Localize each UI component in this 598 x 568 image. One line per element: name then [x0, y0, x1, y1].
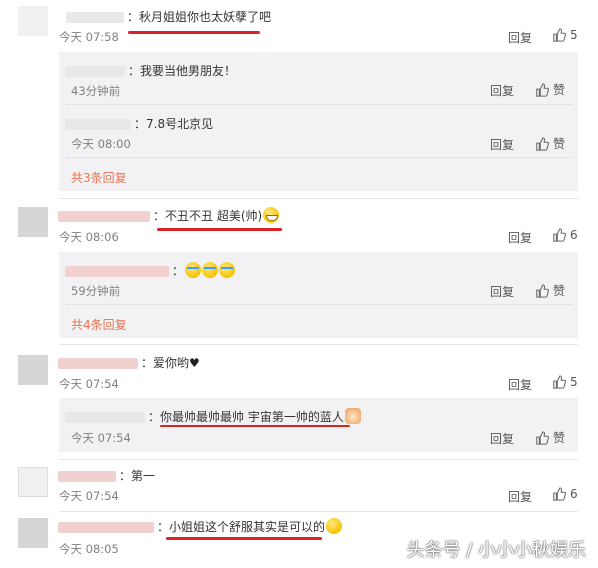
- like-count: 6: [570, 487, 578, 501]
- avatar[interactable]: [18, 467, 48, 497]
- divider: [59, 459, 578, 460]
- comment-text: 爱你哟: [153, 356, 190, 370]
- cry-laugh-emoji-icon: [185, 262, 202, 278]
- comment-3: ：爱你哟♥: [58, 354, 200, 371]
- avatar[interactable]: [18, 518, 48, 548]
- like-button[interactable]: 赞: [535, 282, 565, 299]
- like-button[interactable]: 赞: [535, 135, 565, 152]
- comment-time: 今天 08:06: [59, 230, 119, 244]
- reply-item: ：我要当他男朋友！: [65, 62, 236, 79]
- comment-time: 今天 07:54: [59, 377, 119, 391]
- cry-laugh-emoji-icon: [202, 262, 219, 278]
- heart-icon: ♥: [189, 356, 200, 370]
- reply-button[interactable]: 回复: [508, 229, 532, 246]
- reply-item: ：: [65, 262, 236, 279]
- thumbs-up-icon: [553, 28, 566, 42]
- reply-time: 今天 08:00: [71, 137, 131, 151]
- thumbs-up-icon: [553, 375, 566, 389]
- divider: [59, 344, 578, 345]
- comment-text: 小姐姐这个舒服其实是可以的: [169, 520, 326, 534]
- cry-laugh-emoji-icon: [219, 262, 236, 278]
- username-blurred[interactable]: [58, 522, 154, 533]
- comment-4: ：第一: [58, 467, 155, 484]
- thumbs-up-icon: [536, 137, 549, 151]
- reply-item: ：你最帅最帅最帅 宇宙第一帅的蓝人: [65, 408, 361, 425]
- red-underline: [166, 537, 322, 540]
- view-more-replies-link[interactable]: 共3条回复: [71, 169, 127, 186]
- like-label: 赞: [553, 83, 566, 97]
- like-label: 赞: [553, 284, 566, 298]
- like-button[interactable]: 赞: [535, 429, 565, 446]
- divider: [59, 198, 578, 199]
- like-button[interactable]: 5: [552, 28, 578, 42]
- comment-time: 今天 07:54: [59, 489, 119, 503]
- avatar[interactable]: [18, 207, 48, 237]
- reply-text: 你最帅最帅最帅 宇宙第一帅的蓝人: [160, 410, 344, 424]
- reply-button[interactable]: 回复: [490, 136, 514, 153]
- divider: [65, 104, 572, 105]
- like-count: 5: [570, 28, 578, 42]
- reply-button[interactable]: 回复: [508, 488, 532, 505]
- reply-time: 59分钟前: [71, 284, 121, 298]
- divider: [65, 304, 572, 305]
- like-label: 赞: [553, 431, 566, 445]
- username-blurred[interactable]: [65, 266, 169, 277]
- red-underline: [128, 31, 260, 34]
- view-more-replies-link[interactable]: 共4条回复: [71, 316, 127, 333]
- reply-time: 43分钟前: [71, 84, 121, 98]
- like-button[interactable]: 5: [552, 375, 578, 389]
- grin-emoji-icon: [263, 207, 280, 223]
- watermark: 头条号 / 小小小秋娱乐: [406, 540, 586, 561]
- reply-button[interactable]: 回复: [508, 376, 532, 393]
- username-blurred[interactable]: [65, 66, 125, 77]
- comment-time: 今天 08:05: [59, 542, 119, 556]
- avatar[interactable]: [18, 355, 48, 385]
- comment-time: 今天 07:58: [59, 30, 119, 44]
- username-blurred[interactable]: [65, 119, 131, 130]
- like-button[interactable]: 赞: [535, 81, 565, 98]
- like-label: 赞: [553, 137, 566, 151]
- username-blurred[interactable]: [58, 211, 150, 222]
- reply-button[interactable]: 回复: [490, 82, 514, 99]
- thumbs-up-icon: [553, 487, 566, 501]
- comment-5: ：小姐姐这个舒服其实是可以的: [58, 518, 343, 535]
- thumbs-up-icon: [536, 83, 549, 97]
- comment-text: 第一: [131, 469, 156, 483]
- divider: [65, 157, 572, 158]
- cat-emoji-icon: [344, 408, 361, 424]
- thumbs-up-icon: [536, 284, 549, 298]
- comment-text: 秋月姐姐你也太妖孽了吧: [139, 10, 272, 24]
- divider: [59, 511, 578, 512]
- like-button[interactable]: 6: [552, 487, 578, 501]
- reply-button[interactable]: 回复: [490, 430, 514, 447]
- username-blurred[interactable]: [58, 358, 138, 369]
- username-blurred[interactable]: [65, 412, 145, 423]
- comment-2: ：不丑不丑 超美(帅): [58, 207, 280, 224]
- reply-panel: ：我要当他男朋友！ 43分钟前 回复 赞 ：7.8号北京见 今天 08:00 回…: [59, 52, 578, 191]
- like-count: 5: [570, 375, 578, 389]
- reply-button[interactable]: 回复: [490, 283, 514, 300]
- avatar[interactable]: [18, 6, 48, 36]
- username-blurred[interactable]: [58, 471, 116, 482]
- reply-text: 我要当他男朋友！: [140, 64, 237, 78]
- like-button[interactable]: 6: [552, 228, 578, 242]
- reply-time: 今天 07:54: [71, 431, 131, 445]
- thumbs-up-icon: [536, 431, 549, 445]
- username-blurred[interactable]: [66, 12, 124, 23]
- like-count: 6: [570, 228, 578, 242]
- red-underline: [157, 228, 282, 231]
- reply-item: ：7.8号北京见: [65, 115, 213, 132]
- smile-emoji-icon: [326, 518, 343, 534]
- red-underline: [160, 425, 350, 427]
- reply-panel: ： 59分钟前 回复 赞 共4条回复: [59, 252, 578, 338]
- reply-button[interactable]: 回复: [508, 29, 532, 46]
- comment-text: 不丑不丑 超美(帅): [165, 209, 263, 223]
- thumbs-up-icon: [553, 228, 566, 242]
- reply-text: 7.8号北京见: [146, 117, 214, 131]
- comment-1: ：秋月姐姐你也太妖孽了吧: [66, 8, 271, 25]
